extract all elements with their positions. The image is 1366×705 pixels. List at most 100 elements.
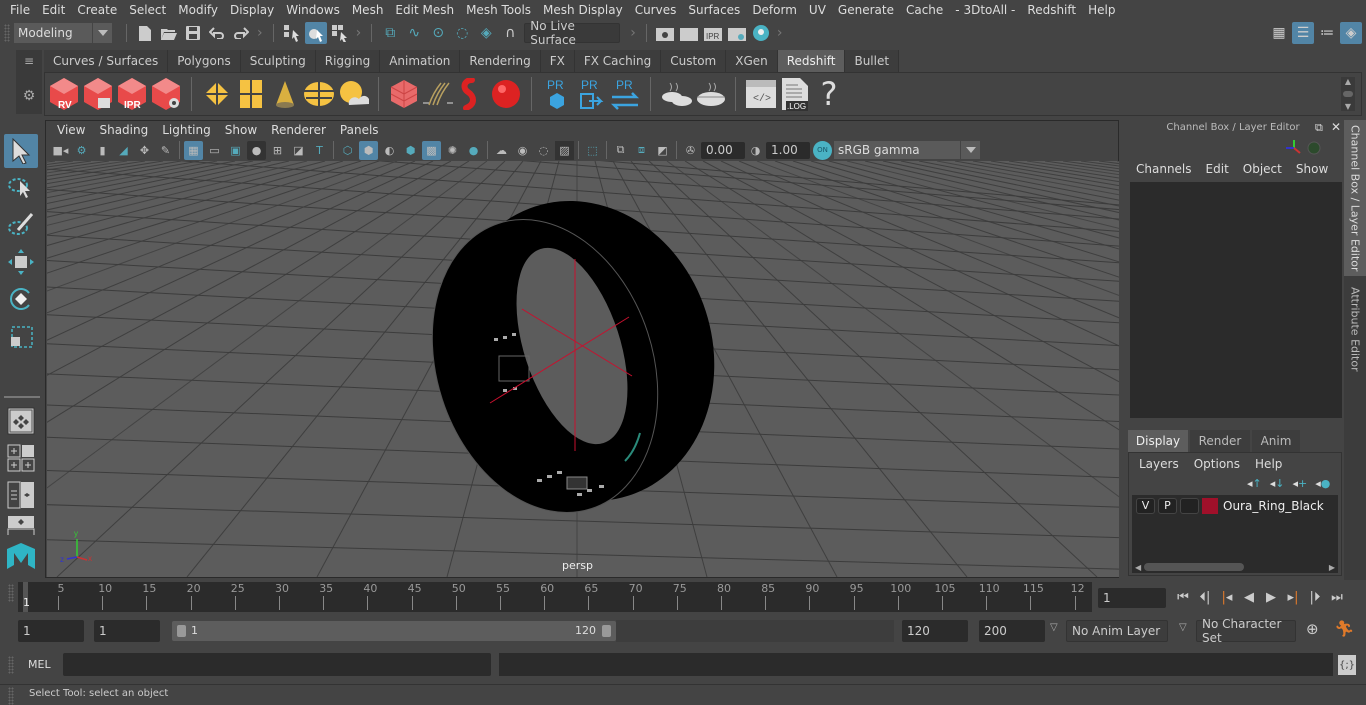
animation-preferences-icon[interactable]: 🏃︎ (1334, 619, 1354, 638)
redshift-hair-icon[interactable] (422, 75, 454, 113)
channel-box-toggle-icon[interactable]: ◈ (1340, 22, 1362, 44)
side-tab-channel-box[interactable]: Channel Box / Layer Editor (1344, 120, 1366, 276)
channel-menu-channels[interactable]: Channels (1136, 162, 1192, 176)
select-camera-icon[interactable]: ■◂ (51, 141, 70, 160)
channel-menu-object[interactable]: Object (1243, 162, 1282, 176)
shelf-tab-sculpting[interactable]: Sculpting (240, 50, 316, 72)
redshift-volume-icon[interactable] (388, 75, 420, 113)
menu-surfaces[interactable]: Surfaces (682, 3, 746, 17)
menu-redshift[interactable]: Redshift (1021, 3, 1082, 17)
screen-space-ao-icon[interactable]: ☁ (492, 141, 511, 160)
anim-layer-dropdown-icon[interactable]: ▽ (1050, 622, 1058, 633)
redshift-proxy-export-icon[interactable]: PR (541, 75, 573, 113)
scroll-up-icon[interactable]: ▲ (1345, 77, 1351, 86)
command-language-toggle[interactable]: MEL (28, 658, 51, 671)
viewport-menu-shading[interactable]: Shading (92, 123, 155, 137)
layer-row[interactable]: V P Oura_Ring_Black (1132, 495, 1338, 517)
range-slider[interactable]: 1 120 (172, 621, 616, 641)
step-back-frame-icon[interactable]: ⏴︎| (1194, 586, 1216, 608)
animation-end-field[interactable]: 200 (979, 620, 1045, 642)
layer-menu-help[interactable]: Help (1255, 457, 1282, 471)
drag-grip[interactable] (4, 24, 10, 42)
oura-ring-model[interactable] (396, 166, 753, 542)
range-end-handle[interactable] (602, 625, 611, 637)
layer-list-hscrollbar[interactable]: ◀ ▶ (1132, 561, 1338, 573)
drag-grip[interactable] (8, 687, 14, 705)
film-gate-icon[interactable]: ▭ (205, 141, 224, 160)
menu-create[interactable]: Create (71, 3, 123, 17)
menu-modify[interactable]: Modify (172, 3, 224, 17)
menu-file[interactable]: File (4, 3, 36, 17)
hypershade-icon[interactable] (750, 22, 772, 44)
four-view-layout-icon[interactable] (4, 441, 38, 475)
single-perspective-layout-icon[interactable] (4, 404, 38, 438)
xray-joints-icon[interactable]: ◩ (653, 141, 672, 160)
snap-to-curve-icon[interactable]: ∿ (403, 22, 425, 44)
scroll-right-icon[interactable]: ▶ (1329, 563, 1335, 572)
layer-tab-anim[interactable]: Anim (1252, 430, 1300, 452)
collapse-arrow-icon[interactable]: › (630, 25, 636, 41)
menu-3dtoall[interactable]: - 3DtoAll - (949, 3, 1021, 17)
channel-list[interactable] (1130, 182, 1342, 418)
motion-blur-icon[interactable]: ◉ (513, 141, 532, 160)
redshift-log-icon[interactable]: .LOG (779, 75, 811, 113)
tool-settings-toggle-icon[interactable]: ≔ (1316, 22, 1338, 44)
exposure-icon[interactable]: ✇ (681, 141, 700, 160)
new-scene-icon[interactable] (134, 22, 156, 44)
move-layer-up-icon[interactable]: ◂↑ (1247, 477, 1262, 490)
scroll-handle[interactable] (1144, 563, 1245, 571)
move-tool-icon[interactable] (4, 245, 38, 279)
rotate-tool-icon[interactable] (4, 282, 38, 316)
scale-tool-icon[interactable] (4, 319, 38, 353)
layer-menu-layers[interactable]: Layers (1139, 457, 1179, 471)
snap-to-grid-icon[interactable]: ⧉ (379, 22, 401, 44)
lasso-tool-icon[interactable] (4, 171, 38, 205)
drag-grip[interactable] (8, 656, 14, 674)
collapse-arrow-icon[interactable]: › (257, 25, 263, 41)
menu-display[interactable]: Display (224, 3, 280, 17)
paint-select-tool-icon[interactable] (4, 208, 38, 242)
character-set-field[interactable]: No Character Set (1196, 617, 1296, 645)
textured-icon[interactable]: ▩ (422, 140, 441, 160)
menu-windows[interactable]: Windows (280, 3, 346, 17)
smooth-shade-icon[interactable]: ⬢ (359, 140, 378, 160)
attribute-editor-toggle-icon[interactable]: ☰ (1292, 22, 1314, 44)
select-by-object-icon[interactable] (304, 22, 327, 44)
image-plane-icon[interactable]: ◢ (114, 141, 133, 160)
depth-of-field-icon[interactable]: ▨ (555, 140, 574, 160)
shelf-tab-rigging[interactable]: Rigging (315, 50, 381, 72)
view-transform-dropdown[interactable]: sRGB gamma (834, 141, 980, 159)
redshift-render-view-icon[interactable]: RV (48, 75, 80, 113)
redshift-help-icon[interactable]: ? (813, 75, 845, 113)
use-all-lights-icon[interactable]: ✺ (443, 141, 462, 160)
move-layer-down-icon[interactable]: ◂↓ (1270, 477, 1285, 490)
resolution-gate-icon[interactable]: ▣ (226, 141, 245, 160)
shelf-scrollbar[interactable]: ▲ ▼ (1341, 77, 1355, 111)
redshift-ies-light-icon[interactable] (269, 75, 301, 113)
channel-menu-edit[interactable]: Edit (1206, 162, 1229, 176)
menu-uv[interactable]: UV (803, 3, 832, 17)
menu-cache[interactable]: Cache (900, 3, 949, 17)
layer-playback-toggle[interactable]: P (1158, 498, 1177, 514)
bookmark-icon[interactable]: ▮ (93, 141, 112, 160)
render-view-icon[interactable] (654, 22, 676, 44)
redshift-proxy-import-icon[interactable]: PR (575, 75, 607, 113)
go-to-start-icon[interactable]: ⏮ (1172, 586, 1194, 608)
redshift-ipr-icon[interactable]: IPR (116, 75, 148, 113)
redshift-batch-render-icon[interactable] (82, 75, 114, 113)
playback-end-field[interactable]: 120 (902, 620, 968, 642)
select-by-component-icon[interactable] (329, 22, 351, 44)
shelf-tab-fx-caching[interactable]: FX Caching (574, 50, 662, 72)
layer-tab-render[interactable]: Render (1190, 430, 1250, 452)
step-forward-frame-icon[interactable]: |⏵︎ (1304, 586, 1326, 608)
render-settings-icon[interactable] (726, 22, 748, 44)
redshift-render-settings-icon[interactable] (150, 75, 182, 113)
step-forward-key-icon[interactable]: ▸ | (1282, 586, 1304, 608)
shadows-icon[interactable]: ● (464, 141, 483, 160)
playback-start-field[interactable]: 1 (94, 620, 160, 642)
menu-mesh[interactable]: Mesh (346, 3, 390, 17)
menu-deform[interactable]: Deform (746, 3, 803, 17)
undo-icon[interactable] (206, 22, 228, 44)
gamma-icon[interactable]: ◑ (746, 141, 765, 160)
gamma-field[interactable]: 1.00 (766, 141, 810, 159)
